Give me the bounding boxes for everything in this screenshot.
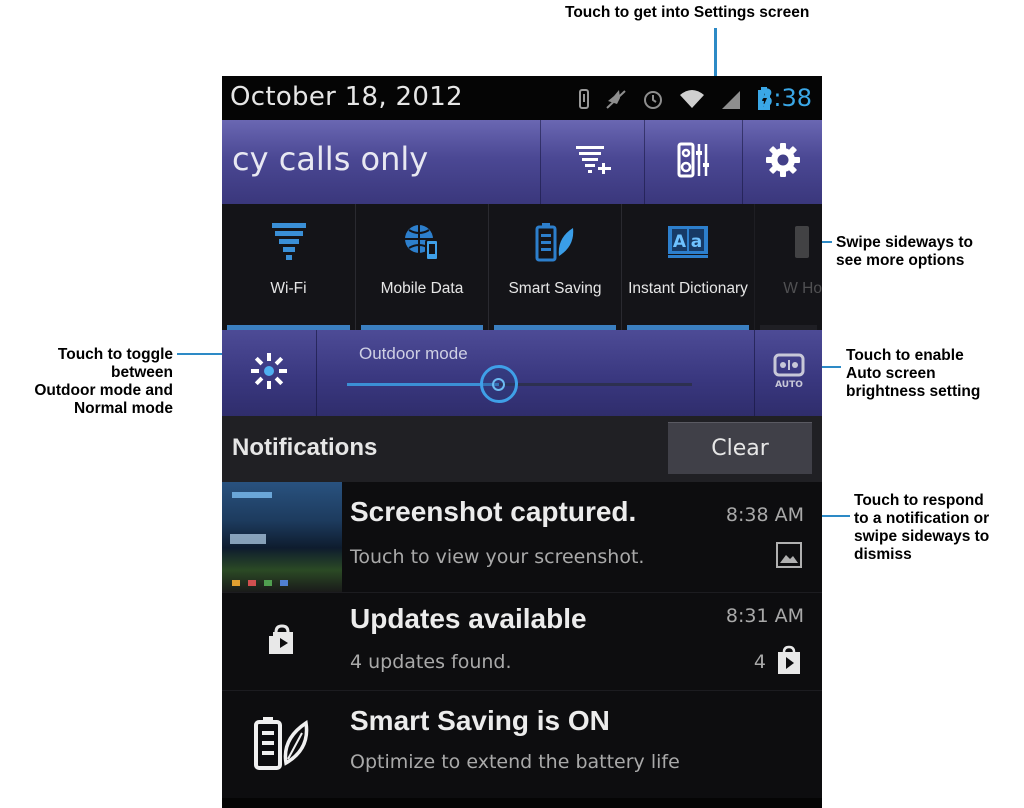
picture-icon [776, 542, 802, 573]
quick-settings-filter-button[interactable] [540, 120, 644, 204]
quick-tile-wifi[interactable]: Wi-Fi [222, 204, 355, 330]
callout-toggle-line [177, 353, 223, 355]
svg-text:a: a [691, 232, 702, 252]
dictionary-icon: A a [666, 222, 710, 265]
vibrate-icon [578, 88, 590, 110]
auto-brightness-text: AUTO [775, 380, 803, 390]
equalizer-icon [677, 142, 711, 183]
svg-text:A: A [673, 232, 687, 252]
status-bar: October 18, 2012 8:38 [222, 76, 822, 120]
notification-subtitle: Optimize to extend the battery life [350, 751, 680, 773]
leaf-battery-icon [535, 222, 575, 267]
quick-tile-mobile-data[interactable]: Mobile Data [355, 204, 488, 330]
leaf-battery-icon [252, 715, 312, 776]
quick-settings-filter-icon [574, 143, 612, 182]
carrier-text: cy calls only [232, 140, 429, 178]
wifi-icon [679, 88, 705, 110]
alarm-icon [642, 88, 664, 110]
callout-toggle: Touch to toggle between Outdoor mode and… [0, 346, 173, 418]
callout-respond: Touch to respond to a notification or sw… [854, 492, 989, 564]
callout-respond-line2: to a notification or [854, 510, 990, 527]
quick-tile-label: Wi-Fi [270, 279, 307, 297]
callout-auto: Touch to enable Auto screen brightness s… [846, 347, 980, 401]
callout-respond-line4: dismiss [854, 546, 912, 563]
play-store-icon [267, 623, 297, 661]
callout-auto-line1: Touch to enable [846, 347, 964, 364]
notification-time: 8:31 AM [725, 605, 804, 627]
callout-swipe-line1: Swipe sideways to [836, 234, 973, 251]
callout-settings-text: Touch to get into Settings screen [565, 4, 810, 21]
quick-settings-row[interactable]: Wi-Fi Mobile Data Smart Saving A a Insta… [222, 204, 822, 330]
callout-respond-line3: swipe sideways to [854, 528, 990, 545]
brightness-sun-icon [249, 351, 289, 396]
gear-icon [765, 142, 801, 183]
brightness-row: Outdoor mode AUTO [222, 330, 822, 416]
carrier-row: cy calls only [222, 120, 822, 204]
quick-tile-label: Instant Dictionary [628, 279, 748, 297]
brightness-slider[interactable] [347, 365, 692, 403]
brightness-slider-fill [347, 383, 499, 386]
status-date: October 18, 2012 [230, 82, 463, 112]
notification-title: Screenshot captured. [350, 496, 637, 527]
quick-tile-smart-saving[interactable]: Smart Saving [488, 204, 621, 330]
brightness-mode-label: Outdoor mode [359, 344, 468, 363]
notification-time: 8:38 AM [725, 504, 804, 526]
notifications-header: Notifications Clear [222, 416, 822, 482]
quick-tile-hotspot[interactable]: W Ho [754, 204, 822, 330]
clear-button[interactable]: Clear [668, 422, 812, 474]
notification-updates[interactable]: Updates available 4 updates found. 8:31 … [222, 592, 822, 690]
screenshot-thumbnail [222, 482, 342, 592]
hotspot-icon [769, 222, 809, 267]
wifi-icon [271, 222, 307, 269]
notification-shade: October 18, 2012 8:38 cy calls only Wi-F… [222, 76, 822, 808]
notification-subtitle: 4 updates found. [350, 651, 512, 673]
callout-swipe: Swipe sideways to see more options [836, 234, 973, 270]
callout-swipe-line2: see more options [836, 252, 965, 269]
quick-tile-instant-dictionary[interactable]: A a Instant Dictionary [621, 204, 754, 330]
callout-toggle-line2: between [110, 364, 173, 381]
play-store-icon [776, 645, 802, 680]
callout-toggle-line1: Touch to toggle [57, 346, 173, 363]
updates-left-icon-wrap [222, 593, 342, 691]
callout-toggle-line4: Normal mode [73, 400, 173, 417]
status-time: 8:38 [758, 84, 812, 112]
notification-title: Smart Saving is ON [350, 705, 610, 736]
quick-tile-label: W Ho [783, 279, 822, 297]
signal-icon [720, 88, 742, 110]
callout-settings: Touch to get into Settings screen [565, 4, 809, 22]
callout-auto-line3: brightness setting [846, 383, 981, 400]
quick-tile-label: Mobile Data [380, 279, 464, 297]
mute-icon [605, 88, 627, 110]
notification-title: Updates available [350, 603, 587, 634]
callout-respond-line1: Touch to respond [854, 492, 984, 509]
smart-saving-left-icon-wrap [222, 691, 342, 799]
notification-subtitle: Touch to view your screenshot. [350, 546, 645, 568]
notification-count: 4 [753, 651, 766, 673]
auto-brightness-icon: AUTO [769, 352, 809, 395]
equalizer-button[interactable] [644, 120, 742, 204]
callout-settings-line [714, 28, 717, 76]
settings-button[interactable] [742, 120, 822, 204]
nav-bar-strip [222, 798, 822, 808]
brightness-slider-thumb[interactable] [479, 365, 518, 403]
callout-auto-line2: Auto screen [846, 365, 936, 382]
outdoor-mode-toggle[interactable] [222, 330, 317, 416]
callout-toggle-line3: Outdoor mode and [34, 382, 173, 399]
notification-smart-saving[interactable]: Smart Saving is ON Optimize to extend th… [222, 690, 822, 798]
notification-screenshot[interactable]: Screenshot captured. Touch to view your … [222, 482, 822, 592]
globe-data-icon [403, 222, 441, 267]
status-icons [578, 86, 771, 112]
quick-tile-label: Smart Saving [508, 279, 602, 297]
auto-brightness-button[interactable]: AUTO [754, 330, 822, 416]
notifications-title: Notifications [232, 434, 378, 461]
